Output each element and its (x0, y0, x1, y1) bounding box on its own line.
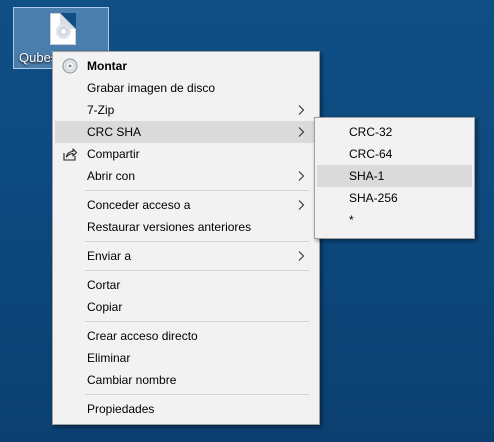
crc-sha-submenu: CRC-32 CRC-64 SHA-1 SHA-256 * (314, 117, 475, 239)
menu-item-label: Enviar a (87, 249, 132, 263)
menu-item-label: Cortar (87, 278, 121, 292)
menu-item-label: Grabar imagen de disco (87, 81, 216, 95)
menu-item-label: Copiar (87, 300, 123, 314)
menu-item-label: 7-Zip (87, 103, 115, 117)
disc-image-file-icon (50, 13, 76, 45)
menu-item-label: Conceder acceso a (87, 198, 191, 212)
menu-separator (85, 190, 309, 191)
submenu-item-label: SHA-256 (349, 191, 398, 205)
menu-item-restaurar-versiones[interactable]: Restaurar versiones anteriores (53, 216, 319, 238)
context-menu: Montar Grabar imagen de disco 7-Zip CRC … (52, 51, 320, 425)
chevron-right-icon (298, 200, 305, 210)
menu-item-propiedades[interactable]: Propiedades (53, 398, 319, 420)
submenu-item-crc32[interactable]: CRC-32 (315, 121, 474, 143)
menu-item-crear-acceso-directo[interactable]: Crear acceso directo (53, 325, 319, 347)
menu-item-eliminar[interactable]: Eliminar (53, 347, 319, 369)
menu-separator (85, 241, 309, 242)
menu-item-label: Montar (87, 59, 127, 73)
submenu-item-label: CRC-64 (349, 147, 393, 161)
menu-item-label: Abrir con (87, 169, 136, 183)
menu-separator (85, 394, 309, 395)
chevron-right-icon (298, 251, 305, 261)
menu-item-abrir-con[interactable]: Abrir con (53, 165, 319, 187)
menu-item-label: Cambiar nombre (87, 373, 177, 387)
menu-item-label: Compartir (87, 147, 140, 161)
menu-item-copiar[interactable]: Copiar (53, 296, 319, 318)
disc-image-icon (62, 58, 78, 74)
menu-item-enviar-a[interactable]: Enviar a (53, 245, 319, 267)
submenu-item-label: SHA-1 (349, 169, 385, 183)
menu-item-label: Restaurar versiones anteriores (87, 220, 252, 234)
menu-separator (85, 321, 309, 322)
share-icon (62, 146, 78, 162)
chevron-right-icon (298, 105, 305, 115)
submenu-item-label: CRC-32 (349, 125, 393, 139)
submenu-item-sha1[interactable]: SHA-1 (317, 165, 472, 187)
submenu-item-label: * (349, 213, 354, 227)
submenu-item-sha256[interactable]: SHA-256 (315, 187, 474, 209)
menu-item-conceder-acceso[interactable]: Conceder acceso a (53, 194, 319, 216)
menu-item-grabar-imagen[interactable]: Grabar imagen de disco (53, 77, 319, 99)
chevron-right-icon (298, 171, 305, 181)
menu-item-label: Crear acceso directo (87, 329, 198, 343)
chevron-right-icon (298, 127, 305, 137)
menu-item-crc-sha[interactable]: CRC SHA (55, 121, 317, 143)
menu-separator (85, 270, 309, 271)
submenu-item-crc64[interactable]: CRC-64 (315, 143, 474, 165)
submenu-item-all[interactable]: * (315, 209, 474, 231)
menu-item-label: Propiedades (87, 402, 155, 416)
menu-item-7zip[interactable]: 7-Zip (53, 99, 319, 121)
menu-item-compartir[interactable]: Compartir (53, 143, 319, 165)
menu-item-cortar[interactable]: Cortar (53, 274, 319, 296)
menu-item-label: CRC SHA (87, 125, 142, 139)
menu-item-montar[interactable]: Montar (53, 55, 319, 77)
menu-item-cambiar-nombre[interactable]: Cambiar nombre (53, 369, 319, 391)
menu-item-label: Eliminar (87, 351, 131, 365)
